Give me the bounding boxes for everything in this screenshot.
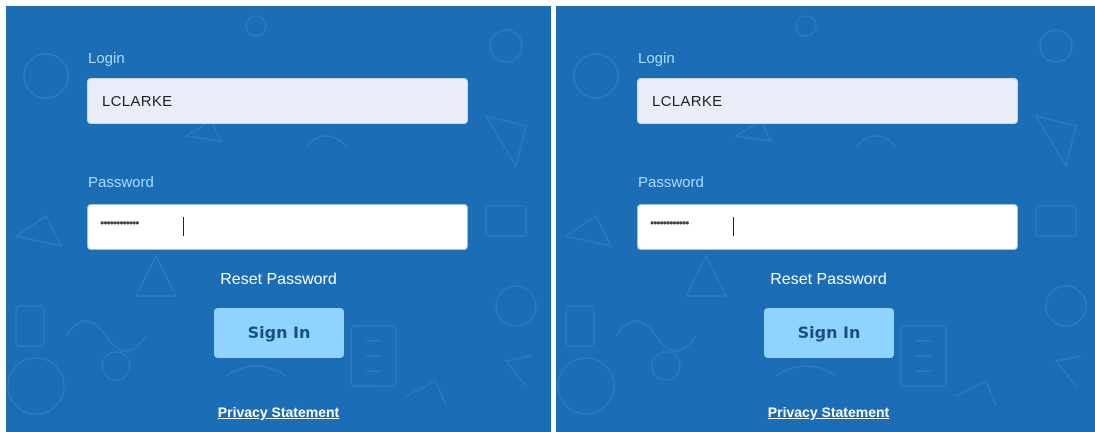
login-input-value: LCLARKE <box>102 93 173 110</box>
login-label: Login <box>638 50 675 67</box>
password-label: Password <box>638 174 704 191</box>
password-input[interactable]: •••••••••••• <box>87 204 468 250</box>
screenshot-stage: Login LCLARKE Password •••••••••••• Rese… <box>0 0 1095 432</box>
password-mask: •••••••••••• <box>100 216 139 230</box>
password-input[interactable]: •••••••••••• <box>637 204 1018 250</box>
sign-in-button[interactable]: Sign In <box>214 308 344 358</box>
sign-in-button[interactable]: Sign In <box>764 308 894 358</box>
reset-password-link[interactable]: Reset Password <box>6 271 551 289</box>
privacy-statement-link[interactable]: Privacy Statement <box>556 404 1095 420</box>
login-panel-right: Login LCLARKE Password •••••••••••• Rese… <box>556 6 1095 432</box>
login-panel-left: Login LCLARKE Password •••••••••••• Rese… <box>6 6 551 432</box>
login-input[interactable]: LCLARKE <box>637 78 1018 124</box>
login-input[interactable]: LCLARKE <box>87 78 468 124</box>
text-caret <box>183 217 184 236</box>
text-caret <box>733 217 734 236</box>
password-mask: •••••••••••• <box>650 216 689 230</box>
password-label: Password <box>88 174 154 191</box>
reset-password-link[interactable]: Reset Password <box>556 271 1095 289</box>
login-label: Login <box>88 50 125 67</box>
login-input-value: LCLARKE <box>652 93 723 110</box>
privacy-statement-link[interactable]: Privacy Statement <box>6 404 551 420</box>
